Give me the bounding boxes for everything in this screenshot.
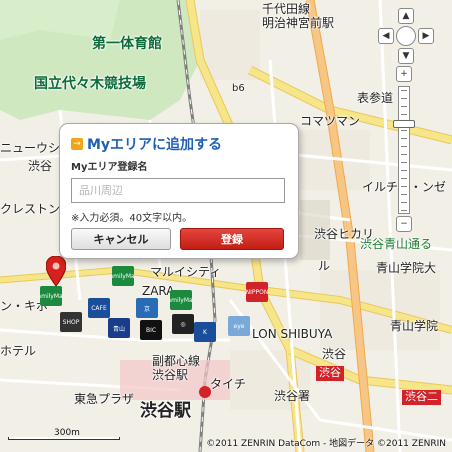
map-label-omotesando-label: 表参道 [357,91,394,105]
dialog-title-row: → Myエリアに追加する [71,134,222,154]
map-label-shibuya-ni-tag: 渋谷二 [402,390,441,405]
zoom-slider-thumb[interactable] [393,119,415,128]
pan-left-button[interactable]: ◀ [378,28,394,44]
map-label-shibuya-mid: 渋谷 [322,347,347,361]
map-scale: 300m [8,428,120,442]
zoom-tick [401,210,407,211]
scale-text: 300m [54,428,80,438]
zoom-tick [401,138,407,139]
poi-shop-2-icon[interactable]: SHOP [60,312,82,332]
poi-familymart-1-icon[interactable]: FamilyMart [40,286,62,306]
zoom-tick [401,106,407,107]
poi-familymart-2-icon[interactable]: FamilyMart [170,290,192,310]
copyright-text: ©2011 ZENRIN DataCom - 地図データ ©2011 ZENRI… [206,439,446,449]
map-label-shibuya-shi-label: ル [318,259,331,273]
area-name-input[interactable] [71,178,285,203]
zoom-tick [401,178,407,179]
poi-swirl-icon[interactable]: ◎ [172,314,194,334]
minus-icon: − [400,219,408,229]
arrow-left-icon: ◀ [382,31,390,41]
arrow-right-icon: → [71,138,83,150]
zoom-tick [401,114,407,115]
arrow-up-icon: ▲ [402,11,410,21]
map-label-taichi-label: タイチ [210,377,247,391]
zoom-tick [401,146,407,147]
map-label-lon-shibuya: LON SHIBUYA [252,327,333,341]
map-label-tokyu-plaza: 東急プラザ [74,392,135,406]
arrow-right-icon: ▶ [422,31,430,41]
map-label-aoyama-gakuin-2: 青山学院 [390,319,439,333]
map-label-mos-label: コマツマン [300,114,361,128]
poi-kinokuni-icon[interactable]: K [194,322,216,342]
map-label-daiichi-gym: 第一体育館 [92,36,162,52]
input-requirement-note: ※入力必須。40文字以内。 [71,213,193,224]
register-button[interactable]: 登録 [180,228,284,250]
map-label-fukutoshin-label: 副都心線 渋谷駅 [152,354,201,382]
pan-up-button[interactable]: ▲ [398,8,414,24]
map-label-meiji-jingu-mae-station: 千代田線 明治神宮前駅 [262,2,335,30]
zoom-tick [401,154,407,155]
zoom-out-button[interactable]: − [396,216,412,232]
zoom-tick [401,90,407,91]
pan-down-button[interactable]: ▼ [398,48,414,64]
map-label-new-nyu-label: ニューウシ [0,141,61,155]
pan-center-button[interactable] [396,26,416,46]
pan-right-button[interactable]: ▶ [418,28,434,44]
map-label-shibuya-label-left: 渋谷 [28,159,53,173]
plus-icon: + [400,69,408,79]
map-label-yoyogi-stadium: 国立代々木競技場 [34,76,146,92]
zoom-control: + − [393,66,415,232]
zoom-in-button[interactable]: + [396,66,412,82]
area-name-label: Myエリア登録名 [71,162,148,173]
zoom-tick [401,170,407,171]
zoom-tick [401,202,407,203]
map-label-shibuya-station: 渋谷駅 [140,401,191,421]
map-label-hotel-label: ホテル [0,344,37,358]
poi-nippon-kohl-icon[interactable]: NIPPON [246,282,268,302]
map-label-maruichi-label: マルイシティ [150,265,222,279]
cancel-button[interactable]: キャンセル [71,228,171,250]
add-my-area-dialog: → Myエリアに追加する Myエリア登録名 ※入力必須。40文字以内。 キャンセ… [59,123,299,259]
zoom-tick [401,186,407,187]
map-label-b6-label: b6 [232,83,245,94]
arrow-down-icon: ▼ [402,51,410,61]
zoom-tick [401,98,407,99]
poi-eyecity-icon[interactable]: eye [228,316,250,336]
pan-control: ▲ ◀ ▶ ▼ [378,8,438,64]
poi-cafe-1-icon[interactable]: CAFE [88,298,110,318]
zoom-tick [401,130,407,131]
poi-aoyama-shop-icon[interactable]: 青山 [108,318,130,338]
map-label-shibuya-police: 渋谷署 [274,389,311,403]
poi-bic-camera-icon[interactable]: BIC [140,320,162,340]
map-label-aoyama-gakuin-label: 青山学院大 [376,261,437,275]
location-pin-icon[interactable] [46,256,66,286]
poi-kyocera-icon[interactable]: 京 [136,298,158,318]
zoom-tick [401,162,407,163]
poi-familymart-3-icon[interactable]: FamilyMart [112,266,134,286]
zoom-tick [401,194,407,195]
map-label-shibuya-tag: 渋谷 [316,366,344,381]
map-label-shibuya-hot: 渋谷ヒカリ [314,227,375,241]
dialog-title: Myエリアに追加する [87,137,223,153]
